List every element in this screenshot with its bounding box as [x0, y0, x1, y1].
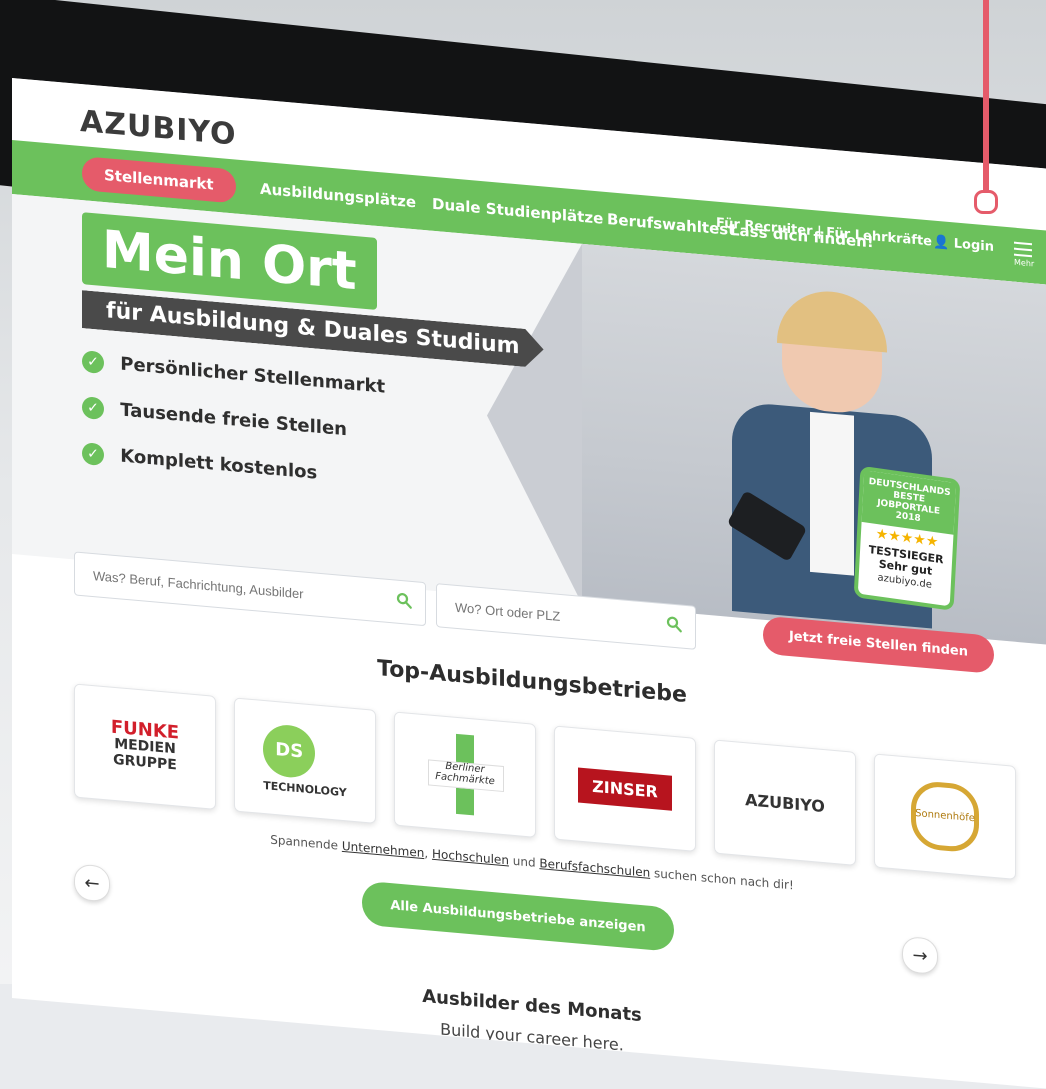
link-hochschulen[interactable]: Hochschulen — [432, 847, 509, 868]
feature-label: Persönlicher Stellenmarkt — [120, 353, 386, 398]
company-card-funke[interactable]: FUNKE MEDIEN GRUPPE — [74, 683, 216, 810]
search-icon[interactable] — [395, 591, 413, 611]
arrow-right-icon: → — [912, 944, 928, 967]
company-card-azubiyo[interactable]: AZUBIYO — [714, 739, 856, 866]
search-icon[interactable] — [665, 614, 683, 634]
nav-item-duale-studienplaetze[interactable]: Duale Studienplätze — [432, 195, 603, 228]
company-card-berliner[interactable]: Berliner Fachmärkte — [394, 711, 536, 838]
arrow-left-icon: ← — [84, 871, 100, 895]
ds-logo: DS TECHNOLOGY — [263, 722, 347, 799]
carousel-prev-button[interactable]: ← — [74, 863, 110, 903]
link-unternehmen[interactable]: Unternehmen — [342, 839, 424, 860]
menu-line-icon — [1014, 247, 1032, 252]
company-card-sonnenhoefe[interactable]: Sonnenhöfe — [874, 753, 1016, 880]
more-label: Mehr — [1014, 257, 1035, 269]
ds-label: TECHNOLOGY — [263, 778, 347, 799]
subtext-suffix: suchen schon nach dir! — [654, 866, 794, 893]
login-link[interactable]: 👤 Login — [933, 235, 994, 255]
all-companies-button[interactable]: Alle Ausbildungsbetriebe anzeigen — [362, 880, 674, 952]
link-berufsfachschulen[interactable]: Berufsfachschulen — [539, 856, 650, 880]
check-icon: ✓ — [82, 350, 104, 375]
carousel-next-button[interactable]: → — [902, 935, 938, 976]
site-logo[interactable]: AZUBIYO — [80, 104, 237, 153]
azubiyo-logo: AZUBIYO — [745, 789, 825, 816]
zinser-logo: ZINSER — [578, 767, 672, 811]
nav-item-stellenmarkt[interactable]: Stellenmarkt — [82, 156, 236, 204]
pointer-dot-icon — [974, 190, 998, 214]
more-menu-button[interactable]: Mehr — [1014, 238, 1035, 269]
menu-line-icon — [1014, 241, 1032, 246]
testsieger-badge: DEUTSCHLANDS BESTE JOBPORTALE 2018 ★★★★★… — [853, 465, 961, 611]
company-card-zinser[interactable]: ZINSER — [554, 725, 696, 852]
check-icon: ✓ — [82, 442, 104, 467]
subtext-prefix: Spannende — [270, 832, 339, 853]
feature-thousands-jobs: ✓ Tausende freie Stellen — [82, 396, 347, 441]
funke-logo: FUNKE MEDIEN GRUPPE — [111, 717, 179, 774]
website-screen: AZUBIYO Stellenmarkt Ausbildungsplätze D… — [12, 78, 1046, 1089]
check-icon: ✓ — [82, 396, 104, 421]
logo-text: AZUBIYO — [80, 103, 237, 153]
feature-label: Tausende freie Stellen — [120, 399, 347, 441]
hero-photo: DEUTSCHLANDS BESTE JOBPORTALE 2018 ★★★★★… — [582, 243, 1046, 645]
login-label: Login — [953, 236, 994, 255]
nav-item-ausbildungsplaetze[interactable]: Ausbildungsplätze — [260, 180, 416, 212]
feature-personal-jobmarket: ✓ Persönlicher Stellenmarkt — [82, 350, 385, 399]
ds-mark: DS — [263, 722, 316, 780]
pointer-line — [983, 0, 989, 194]
menu-line-icon — [1014, 253, 1032, 258]
feature-free: ✓ Komplett kostenlos — [82, 442, 317, 485]
user-icon: 👤 — [933, 234, 950, 251]
company-card-ds-technology[interactable]: DS TECHNOLOGY — [234, 697, 376, 824]
hair-shape — [777, 286, 887, 353]
feature-label: Komplett kostenlos — [120, 445, 318, 484]
shirt-shape — [810, 411, 854, 576]
